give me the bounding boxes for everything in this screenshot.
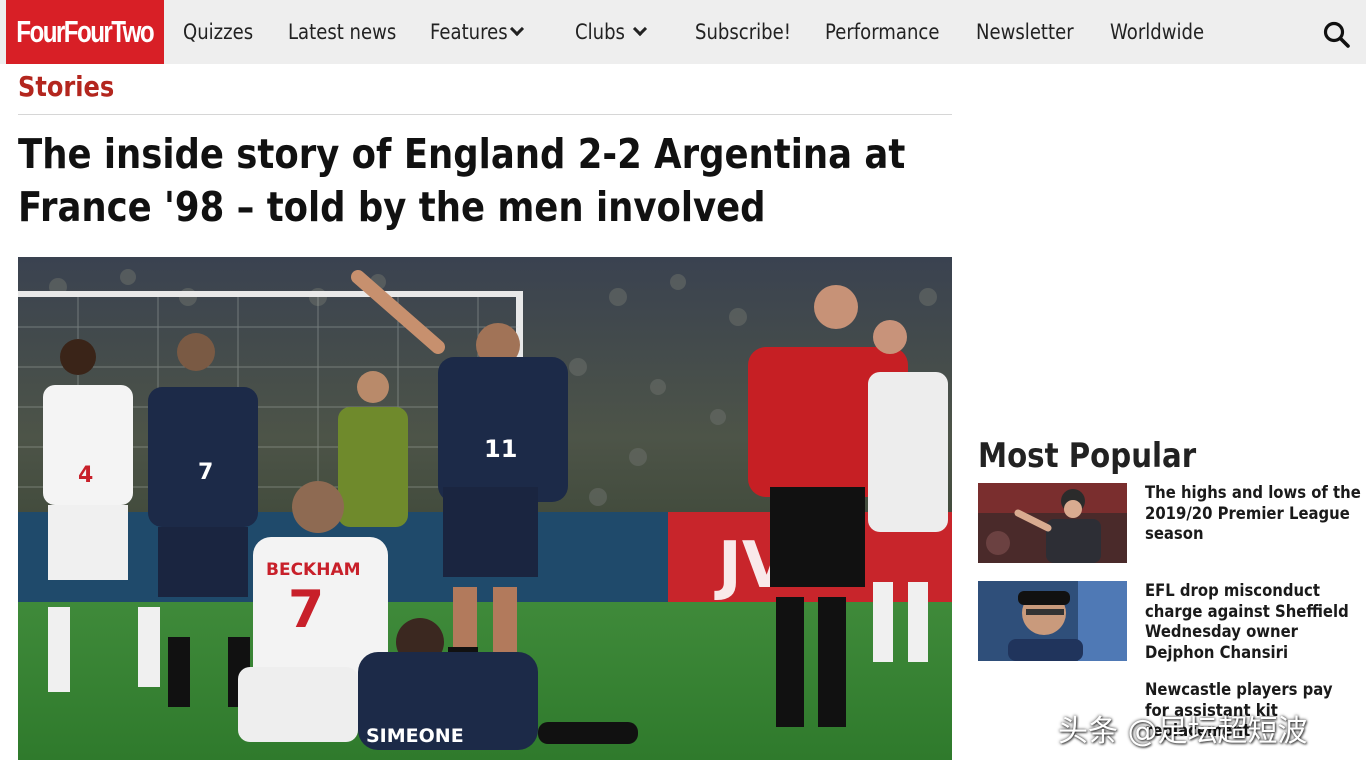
site-logo-text: FourFourTwo — [16, 14, 155, 49]
site-logo[interactable]: FourFourTwo — [6, 0, 164, 64]
nav-item-worldwide[interactable]: Worldwide — [1110, 0, 1219, 64]
most-popular-heading: Most Popular — [978, 436, 1197, 476]
shirt-name: SIMEONE — [366, 725, 464, 747]
nav-item-label: Clubs — [575, 20, 625, 44]
article-hero-image: JV 4 7 11 BECKHAM 7 SIMEONE — [18, 257, 952, 760]
divider — [18, 114, 952, 115]
hero-photo: JV 4 7 11 BECKHAM 7 SIMEONE — [18, 257, 952, 760]
nav-item-clubs[interactable]: Clubs — [575, 0, 648, 64]
nav-item-label: Features — [430, 20, 508, 44]
top-navigation-bar: FourFourTwo Quizzes Latest news Features… — [0, 0, 1366, 64]
shirt-number: 4 — [78, 463, 93, 488]
nav-item-newsletter[interactable]: Newsletter — [976, 0, 1090, 64]
nav-item-label: Subscribe! — [695, 20, 791, 44]
search-icon[interactable] — [1322, 20, 1352, 50]
chevron-down-icon — [510, 21, 525, 37]
shirt-number: 7 — [288, 580, 324, 640]
most-popular-item[interactable]: EFL drop misconduct charge against Sheff… — [978, 581, 1358, 663]
article-thumbnail[interactable] — [978, 483, 1127, 563]
shirt-number: 11 — [484, 435, 517, 463]
most-popular-item[interactable]: The highs and lows of the 2019/20 Premie… — [978, 483, 1361, 565]
nav-item-quizzes[interactable]: Quizzes — [183, 0, 265, 64]
nav-item-label: Quizzes — [183, 20, 254, 44]
nav-item-label: Worldwide — [1110, 20, 1205, 44]
article-title: The inside story of England 2-2 Argentin… — [18, 130, 906, 231]
nav-item-performance[interactable]: Performance — [825, 0, 958, 64]
nav-item-latest-news[interactable]: Latest news — [288, 0, 414, 64]
nav-item-label: Latest news — [288, 20, 397, 44]
nav-item-label: Newsletter — [976, 20, 1074, 44]
article-thumbnail[interactable] — [978, 581, 1127, 661]
most-popular-headline[interactable]: EFL drop misconduct charge against Sheff… — [1145, 581, 1361, 663]
chevron-down-icon — [633, 21, 648, 37]
nav-item-label: Performance — [825, 20, 940, 44]
thumbnail-image — [978, 483, 1127, 563]
nav-item-features[interactable]: Features — [430, 0, 525, 64]
shirt-number: 7 — [198, 460, 213, 485]
nav-item-subscribe[interactable]: Subscribe! — [695, 0, 807, 64]
shirt-name: BECKHAM — [266, 560, 361, 580]
watermark-text: 头条 @足坛超短波 — [1058, 714, 1308, 749]
section-label[interactable]: Stories — [18, 70, 114, 103]
most-popular-headline[interactable]: The highs and lows of the 2019/20 Premie… — [1145, 483, 1361, 545]
thumbnail-image — [978, 581, 1127, 661]
